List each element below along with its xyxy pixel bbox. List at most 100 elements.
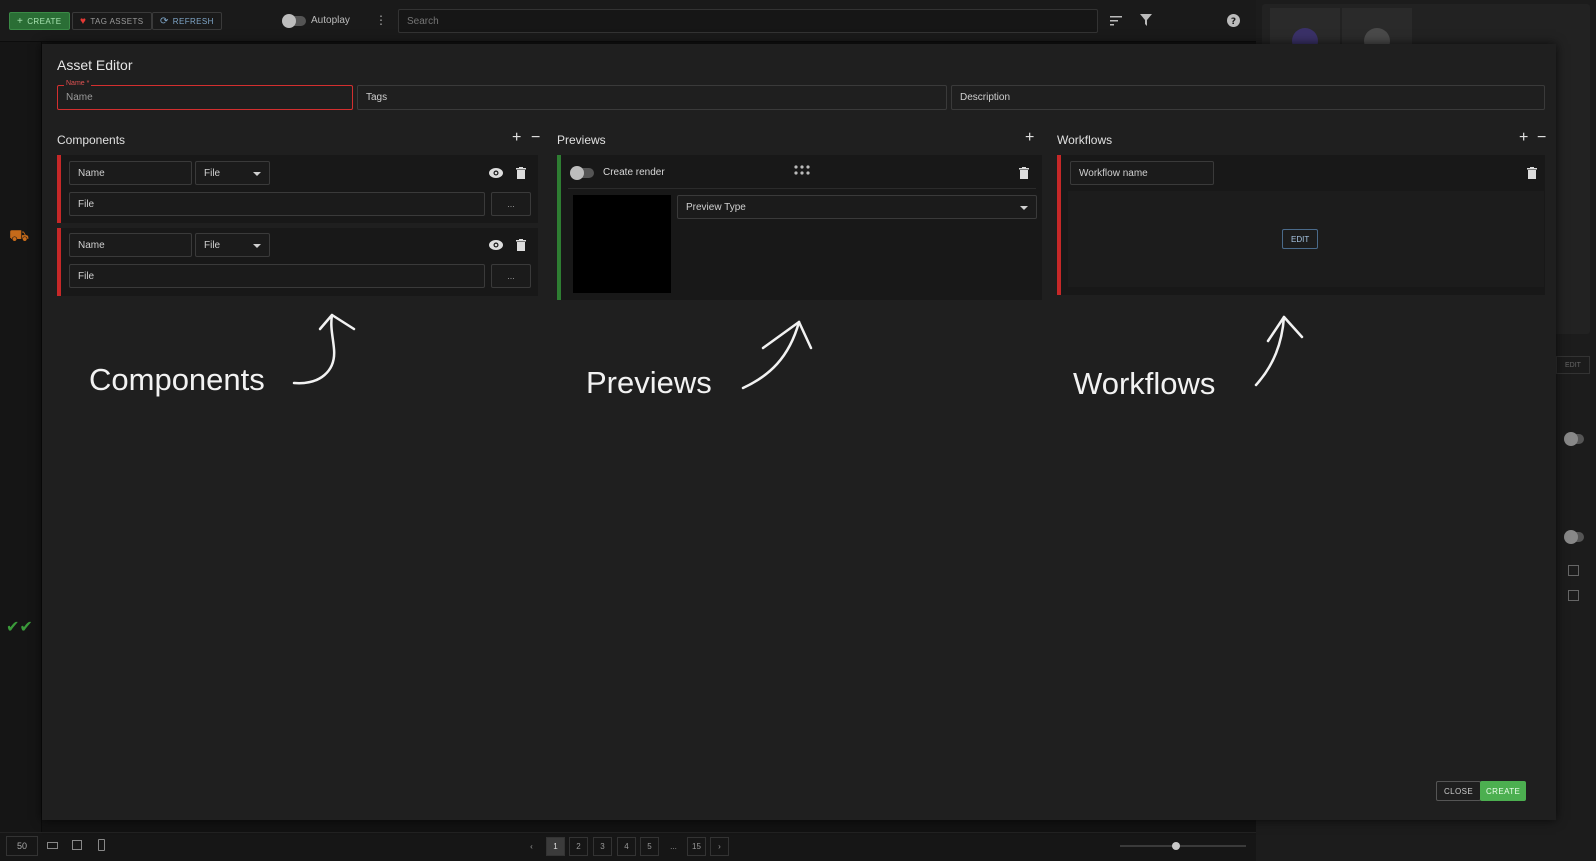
delete-icon[interactable] — [516, 239, 526, 251]
panel-toggle[interactable] — [1564, 432, 1584, 446]
page-button[interactable]: 5 — [640, 837, 659, 856]
eye-icon[interactable] — [489, 240, 503, 250]
dropdown-caret-icon — [1020, 206, 1028, 210]
left-sidebar: ⛟ ✔✔ — [0, 42, 42, 832]
description-field[interactable] — [951, 85, 1545, 110]
edit-workflow-button[interactable]: EDIT — [1282, 229, 1319, 249]
component-card: File ... — [57, 228, 538, 296]
browse-label: ... — [507, 271, 515, 281]
heart-icon: ♥ — [80, 15, 87, 27]
page-number: 2 — [576, 842, 581, 851]
preview-card: Create render Preview Type — [557, 155, 1042, 300]
search-input[interactable] — [399, 10, 1097, 32]
sort-icon[interactable] — [1110, 15, 1124, 27]
pagination-ellipsis: ... — [664, 837, 683, 856]
workflow-name-input[interactable] — [1071, 162, 1213, 184]
add-workflow-icon[interactable]: + — [1519, 130, 1528, 146]
mobile-view-icon[interactable] — [98, 839, 105, 851]
ellipsis-text: ... — [670, 842, 677, 851]
top-toolbar: + CREATE ♥ TAG ASSETS ⟳ REFRESH Autoplay… — [0, 0, 1256, 42]
previews-title: Previews — [557, 133, 606, 147]
browse-label: ... — [507, 199, 515, 209]
component-name-input[interactable] — [70, 162, 191, 184]
plus-icon: + — [17, 15, 24, 27]
divider — [568, 188, 1036, 189]
tag-assets-label: TAG ASSETS — [90, 16, 144, 26]
delete-icon[interactable] — [516, 167, 526, 179]
page-number: 15 — [692, 842, 701, 851]
create-button[interactable]: CREATE — [1480, 781, 1527, 801]
panel-toggle[interactable] — [1564, 530, 1584, 544]
name-field[interactable] — [57, 85, 353, 110]
page-button[interactable]: 15 — [687, 837, 706, 856]
annotation-arrow-icon — [292, 313, 356, 385]
page-number: 4 — [624, 842, 629, 851]
component-name-field[interactable] — [69, 233, 192, 257]
browse-file-button[interactable]: ... — [491, 192, 531, 216]
component-file-field[interactable] — [69, 192, 485, 216]
page-button[interactable]: 4 — [617, 837, 636, 856]
page-size-select[interactable]: 50 — [6, 836, 38, 856]
component-file-input[interactable] — [70, 193, 484, 215]
component-type-value: File — [204, 239, 221, 251]
refresh-button[interactable]: ⟳ REFRESH — [152, 12, 222, 30]
create-render-toggle[interactable] — [570, 166, 594, 180]
filter-icon[interactable] — [1140, 14, 1152, 27]
create-asset-button[interactable]: + CREATE — [9, 12, 70, 30]
workflow-name-field[interactable] — [1070, 161, 1214, 185]
components-title: Components — [57, 133, 126, 147]
page-number: 3 — [600, 842, 605, 851]
name-input[interactable] — [58, 86, 352, 109]
panel-edit-label: EDIT — [1565, 361, 1581, 369]
next-page-button[interactable]: › — [710, 837, 729, 856]
component-type-select[interactable]: File — [195, 233, 270, 257]
page-button[interactable]: 1 — [546, 837, 565, 856]
zoom-slider-handle[interactable] — [1172, 842, 1180, 850]
dropdown-caret-icon — [253, 244, 261, 248]
page-number: 5 — [647, 842, 652, 851]
preview-type-select[interactable]: Preview Type — [677, 195, 1037, 219]
add-preview-icon[interactable]: + — [1025, 130, 1034, 146]
component-type-select[interactable]: File — [195, 161, 270, 185]
delete-icon[interactable] — [1019, 167, 1029, 179]
workflow-body: EDIT — [1068, 191, 1544, 287]
description-input[interactable] — [952, 86, 1544, 109]
more-options-icon[interactable]: ⋮ — [375, 13, 387, 27]
component-file-field[interactable] — [69, 264, 485, 288]
edit-workflow-label: EDIT — [1291, 234, 1310, 244]
component-name-field[interactable] — [69, 161, 192, 185]
tag-assets-button[interactable]: ♥ TAG ASSETS — [72, 12, 152, 30]
tags-field[interactable] — [357, 85, 947, 110]
eye-icon[interactable] — [489, 168, 503, 178]
remove-workflow-icon[interactable]: − — [1537, 130, 1546, 146]
cart-icon[interactable]: ⛟ — [9, 227, 29, 247]
zoom-slider[interactable] — [1120, 845, 1246, 847]
component-name-input[interactable] — [70, 234, 191, 256]
workflows-title: Workflows — [1057, 133, 1113, 147]
preview-thumbnail[interactable] — [573, 195, 671, 293]
name-field-label: Name * — [64, 80, 92, 87]
list-view-icon[interactable] — [47, 842, 58, 849]
search-field[interactable] — [398, 9, 1098, 33]
page-number: 1 — [553, 842, 558, 851]
copy-icon[interactable] — [1568, 565, 1579, 576]
drag-handle-icon[interactable] — [794, 165, 812, 175]
workflow-card: EDIT — [1057, 155, 1545, 295]
help-icon[interactable]: ? — [1227, 14, 1240, 27]
add-component-icon[interactable]: + — [512, 130, 521, 146]
panel-edit-button[interactable]: EDIT — [1556, 356, 1590, 374]
grid-view-icon[interactable] — [72, 840, 82, 850]
prev-page-button[interactable]: ‹ — [522, 837, 541, 856]
copy-icon[interactable] — [1568, 590, 1579, 601]
component-file-input[interactable] — [70, 265, 484, 287]
browse-file-button[interactable]: ... — [491, 264, 531, 288]
delete-icon[interactable] — [1527, 167, 1537, 179]
remove-component-icon[interactable]: − — [531, 130, 540, 146]
page-button[interactable]: 3 — [593, 837, 612, 856]
close-button[interactable]: CLOSE — [1436, 781, 1482, 801]
autoplay-toggle[interactable] — [282, 14, 306, 28]
tags-input[interactable] — [358, 86, 946, 109]
page-button[interactable]: 2 — [569, 837, 588, 856]
create-asset-label: CREATE — [27, 16, 62, 26]
refresh-icon: ⟳ — [160, 15, 169, 27]
